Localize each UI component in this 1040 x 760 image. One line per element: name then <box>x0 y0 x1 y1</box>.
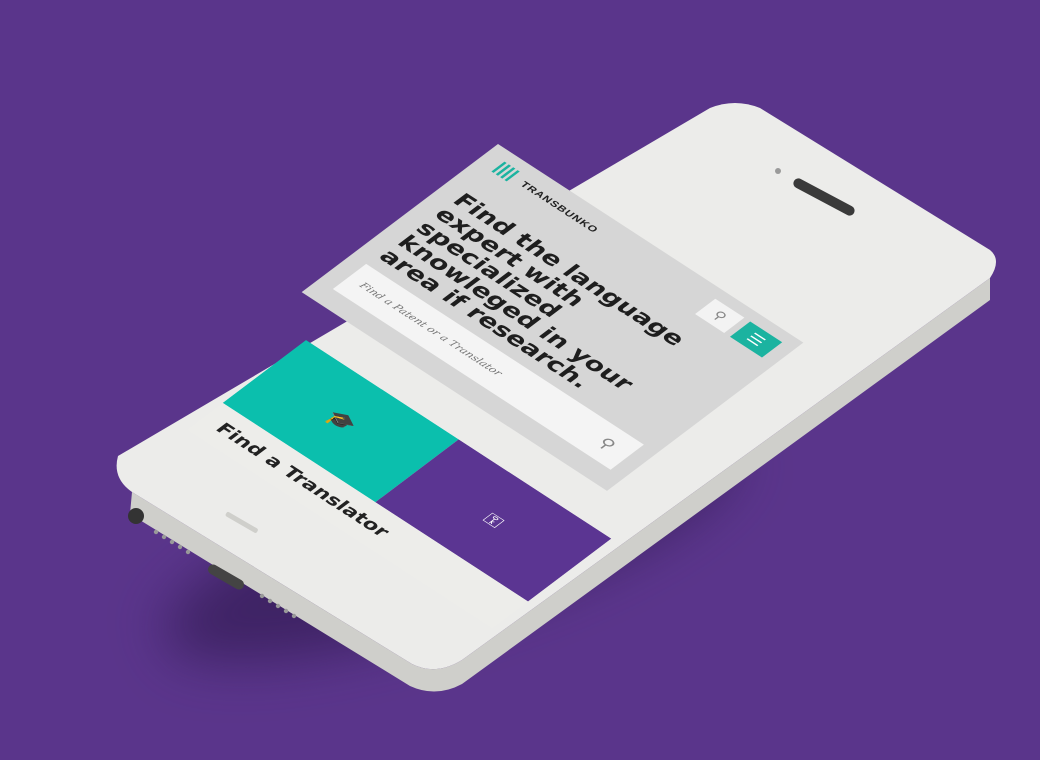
scene: TRANSBUNKO ⚲ ☰ Find the language expert … <box>0 0 1040 760</box>
graduation-cap-icon: 🎓 <box>319 406 362 436</box>
hamburger-icon: ☰ <box>742 329 770 350</box>
camera-dot <box>775 168 781 174</box>
search-submit-icon[interactable]: ⚲ <box>579 425 635 463</box>
headphone-jack <box>128 508 144 524</box>
key-icon: ⚿ <box>478 509 509 532</box>
header-search-button[interactable]: ⚲ <box>695 298 745 333</box>
search-icon: ⚲ <box>708 308 731 324</box>
menu-button[interactable]: ☰ <box>729 321 783 358</box>
logo-mark-icon <box>491 161 523 184</box>
